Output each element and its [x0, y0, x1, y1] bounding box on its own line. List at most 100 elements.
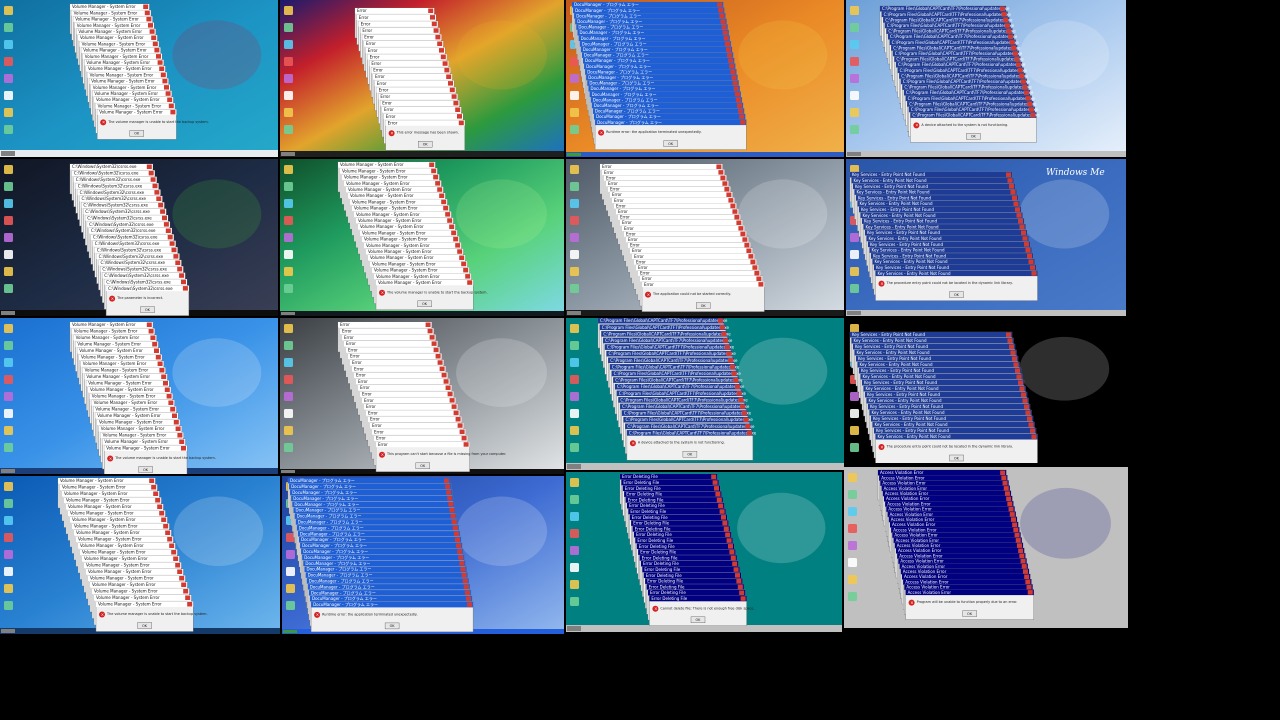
- desktop-icon[interactable]: [4, 375, 13, 384]
- close-icon[interactable]: [1018, 380, 1023, 386]
- close-icon[interactable]: [737, 584, 743, 590]
- start-button[interactable]: [567, 626, 581, 631]
- close-icon[interactable]: [453, 236, 459, 242]
- desktop-icon[interactable]: [4, 284, 13, 293]
- taskbar[interactable]: [280, 311, 564, 316]
- desktop-icon[interactable]: [570, 392, 579, 401]
- close-icon[interactable]: [465, 274, 471, 279]
- dialog-title-bar[interactable]: [630, 248, 753, 254]
- close-icon[interactable]: [168, 400, 174, 406]
- close-icon[interactable]: [1014, 532, 1020, 538]
- error-dialog[interactable]: C:\Program Files\Global\CAPTCard\TF7\Pro…: [626, 429, 757, 461]
- dialog-title-bar[interactable]: [362, 397, 456, 404]
- close-icon[interactable]: [1021, 230, 1026, 236]
- desktop-icon[interactable]: [850, 57, 859, 66]
- close-icon[interactable]: [171, 550, 177, 555]
- taskbar[interactable]: [566, 625, 842, 632]
- close-icon[interactable]: [729, 364, 735, 370]
- close-icon[interactable]: [429, 335, 435, 340]
- close-icon[interactable]: [1031, 434, 1037, 440]
- desktop-icon[interactable]: [850, 409, 859, 418]
- close-icon[interactable]: [160, 209, 166, 214]
- desktop-icon[interactable]: [284, 392, 293, 401]
- close-icon[interactable]: [1012, 195, 1017, 201]
- close-icon[interactable]: [1016, 62, 1021, 68]
- close-icon[interactable]: [170, 109, 176, 115]
- dialog-title-bar[interactable]: [378, 93, 458, 100]
- close-icon[interactable]: [165, 228, 171, 234]
- dialog-title-bar[interactable]: [634, 259, 757, 265]
- close-icon[interactable]: [448, 81, 453, 86]
- desktop-icon[interactable]: [570, 512, 579, 521]
- close-icon[interactable]: [435, 354, 441, 359]
- close-icon[interactable]: [181, 582, 187, 588]
- dialog-title-bar[interactable]: [618, 214, 741, 220]
- close-icon[interactable]: [159, 66, 165, 72]
- desktop-icon[interactable]: [4, 392, 13, 401]
- close-icon[interactable]: [459, 561, 465, 566]
- desktop-icon[interactable]: [570, 91, 579, 100]
- close-icon[interactable]: [152, 41, 158, 47]
- close-icon[interactable]: [459, 255, 465, 261]
- dialog-title-bar[interactable]: [368, 416, 462, 423]
- close-icon[interactable]: [1025, 96, 1031, 101]
- close-icon[interactable]: [449, 508, 455, 513]
- close-icon[interactable]: [156, 54, 161, 59]
- close-icon[interactable]: [758, 282, 764, 287]
- desktop-icon[interactable]: [570, 529, 579, 538]
- close-icon[interactable]: [724, 344, 730, 350]
- close-icon[interactable]: [155, 498, 161, 503]
- desktop-icon[interactable]: [4, 125, 13, 134]
- close-icon[interactable]: [169, 241, 175, 246]
- close-icon[interactable]: [448, 502, 454, 507]
- close-icon[interactable]: [1007, 338, 1013, 344]
- close-icon[interactable]: [1006, 172, 1011, 178]
- close-icon[interactable]: [721, 24, 727, 30]
- desktop-icon[interactable]: [284, 324, 293, 333]
- dialog-title-bar[interactable]: [608, 186, 731, 192]
- desktop-icon[interactable]: [570, 358, 579, 367]
- ok-button[interactable]: OK: [663, 140, 678, 147]
- desktop-icon[interactable]: [4, 409, 13, 418]
- close-icon[interactable]: [166, 394, 172, 399]
- ok-button[interactable]: OK: [682, 450, 698, 458]
- close-icon[interactable]: [175, 426, 181, 432]
- close-icon[interactable]: [724, 41, 730, 47]
- desktop-icon[interactable]: [284, 250, 293, 259]
- close-icon[interactable]: [743, 417, 749, 423]
- ok-button[interactable]: OK: [695, 302, 711, 309]
- ok-button[interactable]: OK: [962, 610, 977, 617]
- close-icon[interactable]: [1012, 356, 1017, 362]
- dialog-title-bar[interactable]: [628, 242, 751, 248]
- close-icon[interactable]: [1024, 404, 1029, 410]
- close-icon[interactable]: [453, 100, 459, 106]
- close-icon[interactable]: [173, 556, 179, 562]
- desktop-icon[interactable]: [850, 6, 859, 15]
- close-icon[interactable]: [151, 35, 157, 41]
- close-icon[interactable]: [443, 205, 449, 211]
- close-icon[interactable]: [1016, 374, 1022, 380]
- desktop-icon[interactable]: [570, 426, 579, 435]
- close-icon[interactable]: [1015, 368, 1020, 374]
- close-icon[interactable]: [746, 430, 752, 436]
- close-icon[interactable]: [1021, 564, 1027, 569]
- close-icon[interactable]: [728, 58, 734, 64]
- dialog-title-bar[interactable]: [380, 100, 460, 106]
- close-icon[interactable]: [728, 358, 734, 363]
- close-icon[interactable]: [738, 397, 744, 403]
- close-icon[interactable]: [162, 78, 168, 84]
- close-icon[interactable]: [148, 329, 154, 334]
- close-icon[interactable]: [431, 168, 437, 174]
- taskbar[interactable]: [846, 151, 1126, 157]
- desktop-icon[interactable]: [850, 23, 859, 32]
- desktop-icon[interactable]: [4, 324, 13, 333]
- desktop-icon[interactable]: [284, 426, 293, 435]
- desktop-icon[interactable]: [570, 495, 579, 504]
- close-icon[interactable]: [730, 555, 736, 561]
- close-icon[interactable]: [1006, 332, 1011, 338]
- close-icon[interactable]: [151, 485, 157, 490]
- start-button[interactable]: [283, 630, 297, 633]
- close-icon[interactable]: [732, 209, 738, 214]
- desktop-icon[interactable]: [570, 267, 579, 276]
- close-icon[interactable]: [159, 511, 165, 516]
